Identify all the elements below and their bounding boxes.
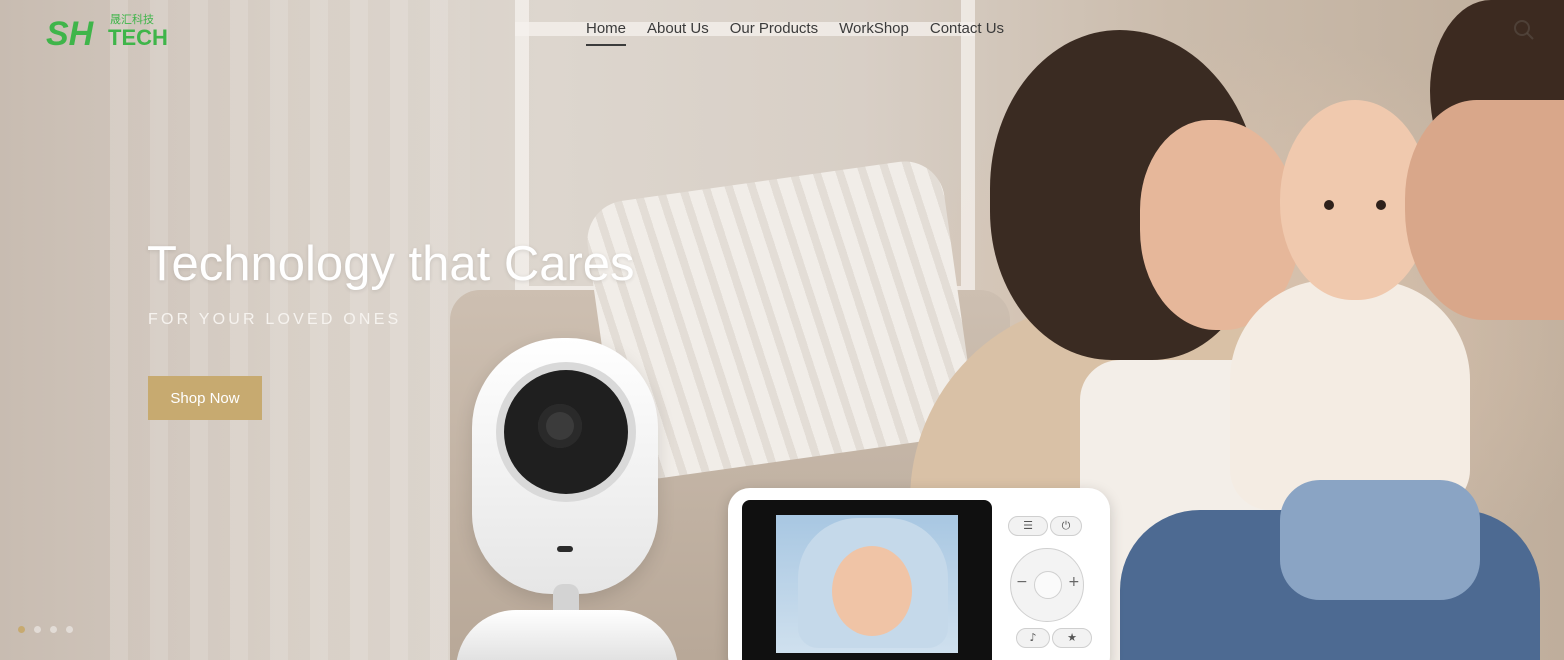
baby-eye bbox=[1376, 200, 1386, 210]
slider-dot-3[interactable] bbox=[50, 626, 57, 633]
camera-lens-center bbox=[538, 404, 582, 448]
monitor-baby bbox=[832, 546, 912, 636]
search-icon[interactable] bbox=[1512, 18, 1536, 42]
monitor-music-button: ♪ bbox=[1016, 628, 1050, 648]
plus-icon: + bbox=[1068, 574, 1080, 590]
slider-dot-1[interactable] bbox=[18, 626, 25, 633]
brand-logo[interactable]: SH 晟汇科技 TECH bbox=[46, 12, 182, 53]
hero-subtitle: FOR YOUR LOVED ONES bbox=[148, 311, 402, 328]
nav-home[interactable]: Home bbox=[586, 20, 627, 46]
father-face bbox=[1405, 100, 1564, 320]
monitor-star-button: ★ bbox=[1052, 628, 1092, 648]
minus-icon: − bbox=[1016, 574, 1028, 590]
logo-text: SH bbox=[46, 15, 95, 48]
main-nav: Home About Us Our Products WorkShop Cont… bbox=[586, 20, 1004, 46]
baby-body bbox=[1230, 280, 1470, 510]
shop-now-button[interactable]: Shop Now bbox=[148, 376, 262, 420]
camera-base bbox=[456, 610, 678, 660]
baby-eye bbox=[1324, 200, 1334, 210]
camera-led bbox=[557, 546, 573, 552]
logo-sub: TECH bbox=[108, 25, 168, 48]
baby-legs bbox=[1280, 480, 1480, 600]
monitor-power-icon: ⏻ bbox=[1050, 516, 1082, 536]
slider-pagination bbox=[18, 626, 73, 633]
curtain bbox=[110, 0, 470, 660]
monitor-menu-button: ☰ bbox=[1008, 516, 1048, 536]
nav-about-us[interactable]: About Us bbox=[647, 20, 709, 46]
nav-our-products[interactable]: Our Products bbox=[730, 20, 818, 46]
slider-dot-2[interactable] bbox=[34, 626, 41, 633]
logo-mark: SH 晟汇科技 TECH bbox=[46, 12, 168, 53]
monitor-dpad-center bbox=[1034, 571, 1062, 599]
nav-contact-us[interactable]: Contact Us bbox=[930, 20, 1004, 46]
hero-banner: ☰ ⏻ − + ♪ ★ bbox=[0, 0, 1564, 660]
nav-workshop[interactable]: WorkShop bbox=[839, 20, 909, 46]
hero-title: Technology that Cares bbox=[147, 237, 635, 291]
logo-cn: 晟汇科技 bbox=[110, 12, 154, 26]
slider-dot-4[interactable] bbox=[66, 626, 73, 633]
